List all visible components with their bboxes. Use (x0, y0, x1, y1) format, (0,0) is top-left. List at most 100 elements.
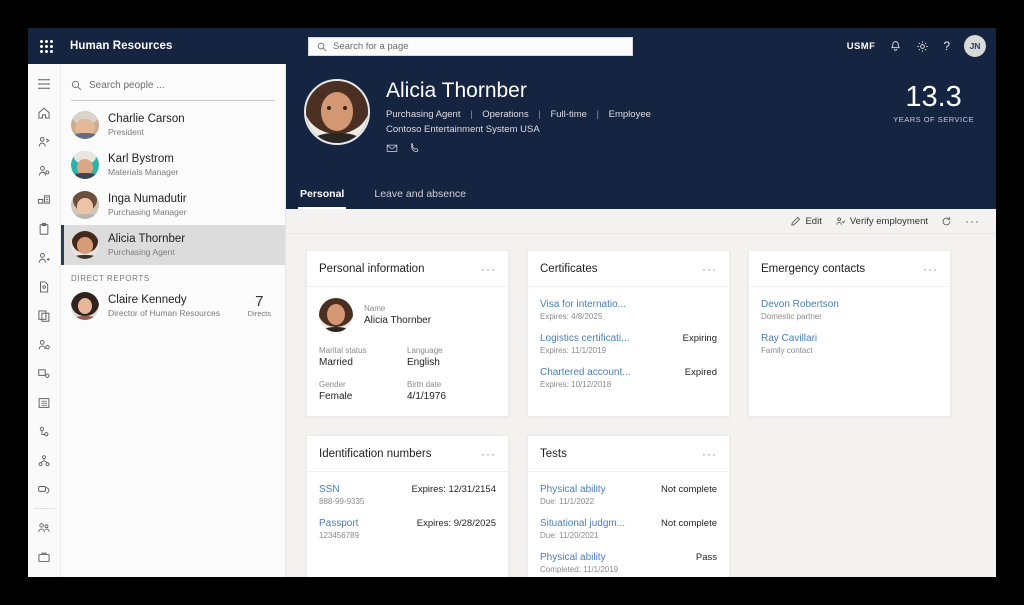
card-tests: Tests ··· Physical ability Due: 11/1/202… (527, 435, 730, 577)
employee-employment-type: Full-time (550, 109, 586, 120)
person-check-icon (835, 216, 846, 227)
overflow-menu-button[interactable]: ··· (965, 214, 980, 228)
employee-self-service-icon[interactable] (28, 127, 61, 156)
directs-number: 7 (248, 294, 271, 309)
add-person-icon[interactable] (28, 243, 61, 272)
org-chart-icon[interactable] (28, 185, 61, 214)
card-overflow-icon[interactable]: ··· (481, 449, 496, 459)
list-item: Ray Cavillari Family contact (761, 332, 938, 357)
employee-worker-type: Employee (609, 109, 651, 120)
edit-button[interactable]: Edit (790, 216, 821, 227)
card-overflow-icon[interactable]: ··· (702, 264, 717, 274)
list-item: Chartered account... Expires: 10/12/2018… (540, 366, 717, 391)
person-name: Claire Kennedy (108, 293, 220, 307)
network-icon[interactable] (28, 446, 61, 475)
list-item: Passport 123456789 Expires: 9/28/2025 (319, 517, 496, 542)
name-field: Name Alicia Thornber (364, 303, 431, 328)
card-header: Emergency contacts ··· (749, 251, 950, 287)
pencil-icon (790, 216, 801, 227)
card-overflow-icon[interactable]: ··· (481, 264, 496, 274)
years-of-service-value: 13.3 (893, 82, 974, 113)
verify-employment-button[interactable]: Verify employment (835, 216, 928, 227)
tab-leave-and-absence[interactable]: Leave and absence (372, 182, 468, 209)
clipboard-icon[interactable] (28, 214, 61, 243)
contact-link[interactable]: Devon Robertson (761, 298, 839, 311)
identification-expiry: Expires: 9/28/2025 (417, 517, 496, 529)
hamburger-menu-icon[interactable] (28, 69, 61, 98)
search-icon (71, 80, 82, 91)
test-date: Completed: 11/1/2019 (540, 564, 618, 576)
status-badge: Not complete (661, 483, 717, 495)
employee-organization: Contoso Entertainment System USA (386, 124, 651, 135)
field-marital-status: Marital status Married (319, 345, 407, 370)
copy-pages-icon[interactable] (28, 301, 61, 330)
app-launcher-icon[interactable] (28, 28, 64, 64)
people-pane: Search people ... Charlie Carson Preside… (61, 64, 286, 577)
identification-number: 888-99-9335 (319, 496, 364, 508)
tab-bar: Personal Leave and absence (298, 182, 468, 209)
list-icon[interactable] (28, 388, 61, 417)
page-search-input[interactable]: Search for a page (308, 37, 633, 56)
card-overflow-icon[interactable]: ··· (702, 449, 717, 459)
certificate-link[interactable]: Visa for internatio... (540, 298, 626, 311)
certificate-link[interactable]: Chartered account... (540, 366, 631, 379)
company-selector[interactable]: USMF (847, 41, 876, 52)
tab-personal[interactable]: Personal (298, 182, 346, 209)
avatar (319, 298, 353, 332)
card-overflow-icon[interactable]: ··· (923, 264, 938, 274)
person-name: Alicia Thornber (108, 232, 185, 246)
app-title: Human Resources (70, 40, 172, 52)
question-mark-icon[interactable]: ? (943, 39, 950, 53)
test-date: Due: 11/1/2022 (540, 496, 606, 508)
document-person-icon[interactable] (28, 272, 61, 301)
people-team-icon[interactable] (28, 513, 61, 542)
card-title: Personal information (319, 263, 424, 275)
field-value: Alicia Thornber (364, 314, 431, 328)
list-item-selected[interactable]: Alicia Thornber Purchasing Agent (61, 225, 285, 265)
cards-grid: Personal information ··· (286, 234, 996, 577)
gear-icon[interactable] (916, 40, 929, 53)
envelope-icon[interactable] (386, 141, 398, 159)
card-header: Identification numbers ··· (307, 436, 508, 472)
card-identification-numbers: Identification numbers ··· SSN 888-99-93… (306, 435, 509, 577)
phone-icon[interactable] (409, 141, 421, 159)
personal-fields-grid: Marital status Married Language English … (319, 345, 496, 404)
card-title: Emergency contacts (761, 263, 865, 275)
people-list: Charlie Carson President Karl Bystrom (61, 105, 285, 326)
test-link[interactable]: Situational judgm... (540, 517, 625, 530)
people-group-icon[interactable] (28, 359, 61, 388)
test-link[interactable]: Physical ability (540, 483, 606, 496)
employee-title: Purchasing Agent (386, 109, 460, 120)
hierarchy-icon[interactable] (28, 417, 61, 446)
test-date: Due: 11/20/2021 (540, 530, 625, 542)
list-item[interactable]: Inga Numadutir Purchasing Manager (61, 185, 285, 225)
status-badge: Expired (685, 366, 717, 378)
field-language: Language English (407, 345, 496, 370)
briefcase-person-icon[interactable] (28, 542, 61, 571)
device-frame: Human Resources Search for a page USMF (0, 0, 1024, 605)
person-badge-icon[interactable] (28, 156, 61, 185)
identification-link[interactable]: SSN (319, 483, 364, 496)
person-role: Purchasing Manager (108, 206, 187, 218)
test-link[interactable]: Physical ability (540, 551, 618, 564)
user-avatar[interactable]: JN (964, 35, 986, 57)
people-search-input[interactable]: Search people ... (71, 71, 275, 101)
bell-icon[interactable] (889, 40, 902, 53)
refresh-button[interactable] (941, 216, 952, 227)
home-icon[interactable] (28, 98, 61, 127)
top-navigation-bar: Human Resources Search for a page USMF (28, 28, 996, 64)
meta-separator: | (470, 109, 472, 120)
person-name: Karl Bystrom (108, 152, 178, 166)
list-item[interactable]: Charlie Carson President (61, 105, 285, 145)
list-item[interactable]: Claire Kennedy Director of Human Resourc… (61, 286, 285, 326)
person-settings-icon[interactable] (28, 330, 61, 359)
field-gender: Gender Female (319, 379, 407, 404)
card-emergency-contacts: Emergency contacts ··· Devon Robertson D… (748, 250, 951, 417)
list-item[interactable]: Karl Bystrom Materials Manager (61, 145, 285, 185)
shield-chat-icon[interactable] (28, 475, 61, 504)
certificate-link[interactable]: Logistics certificati... (540, 332, 629, 345)
identification-link[interactable]: Passport (319, 517, 359, 530)
identification-expiry: Expires: 12/31/2154 (411, 483, 496, 495)
employee-hero-header: Alicia Thornber Purchasing Agent | Opera… (286, 64, 996, 209)
contact-link[interactable]: Ray Cavillari (761, 332, 817, 345)
